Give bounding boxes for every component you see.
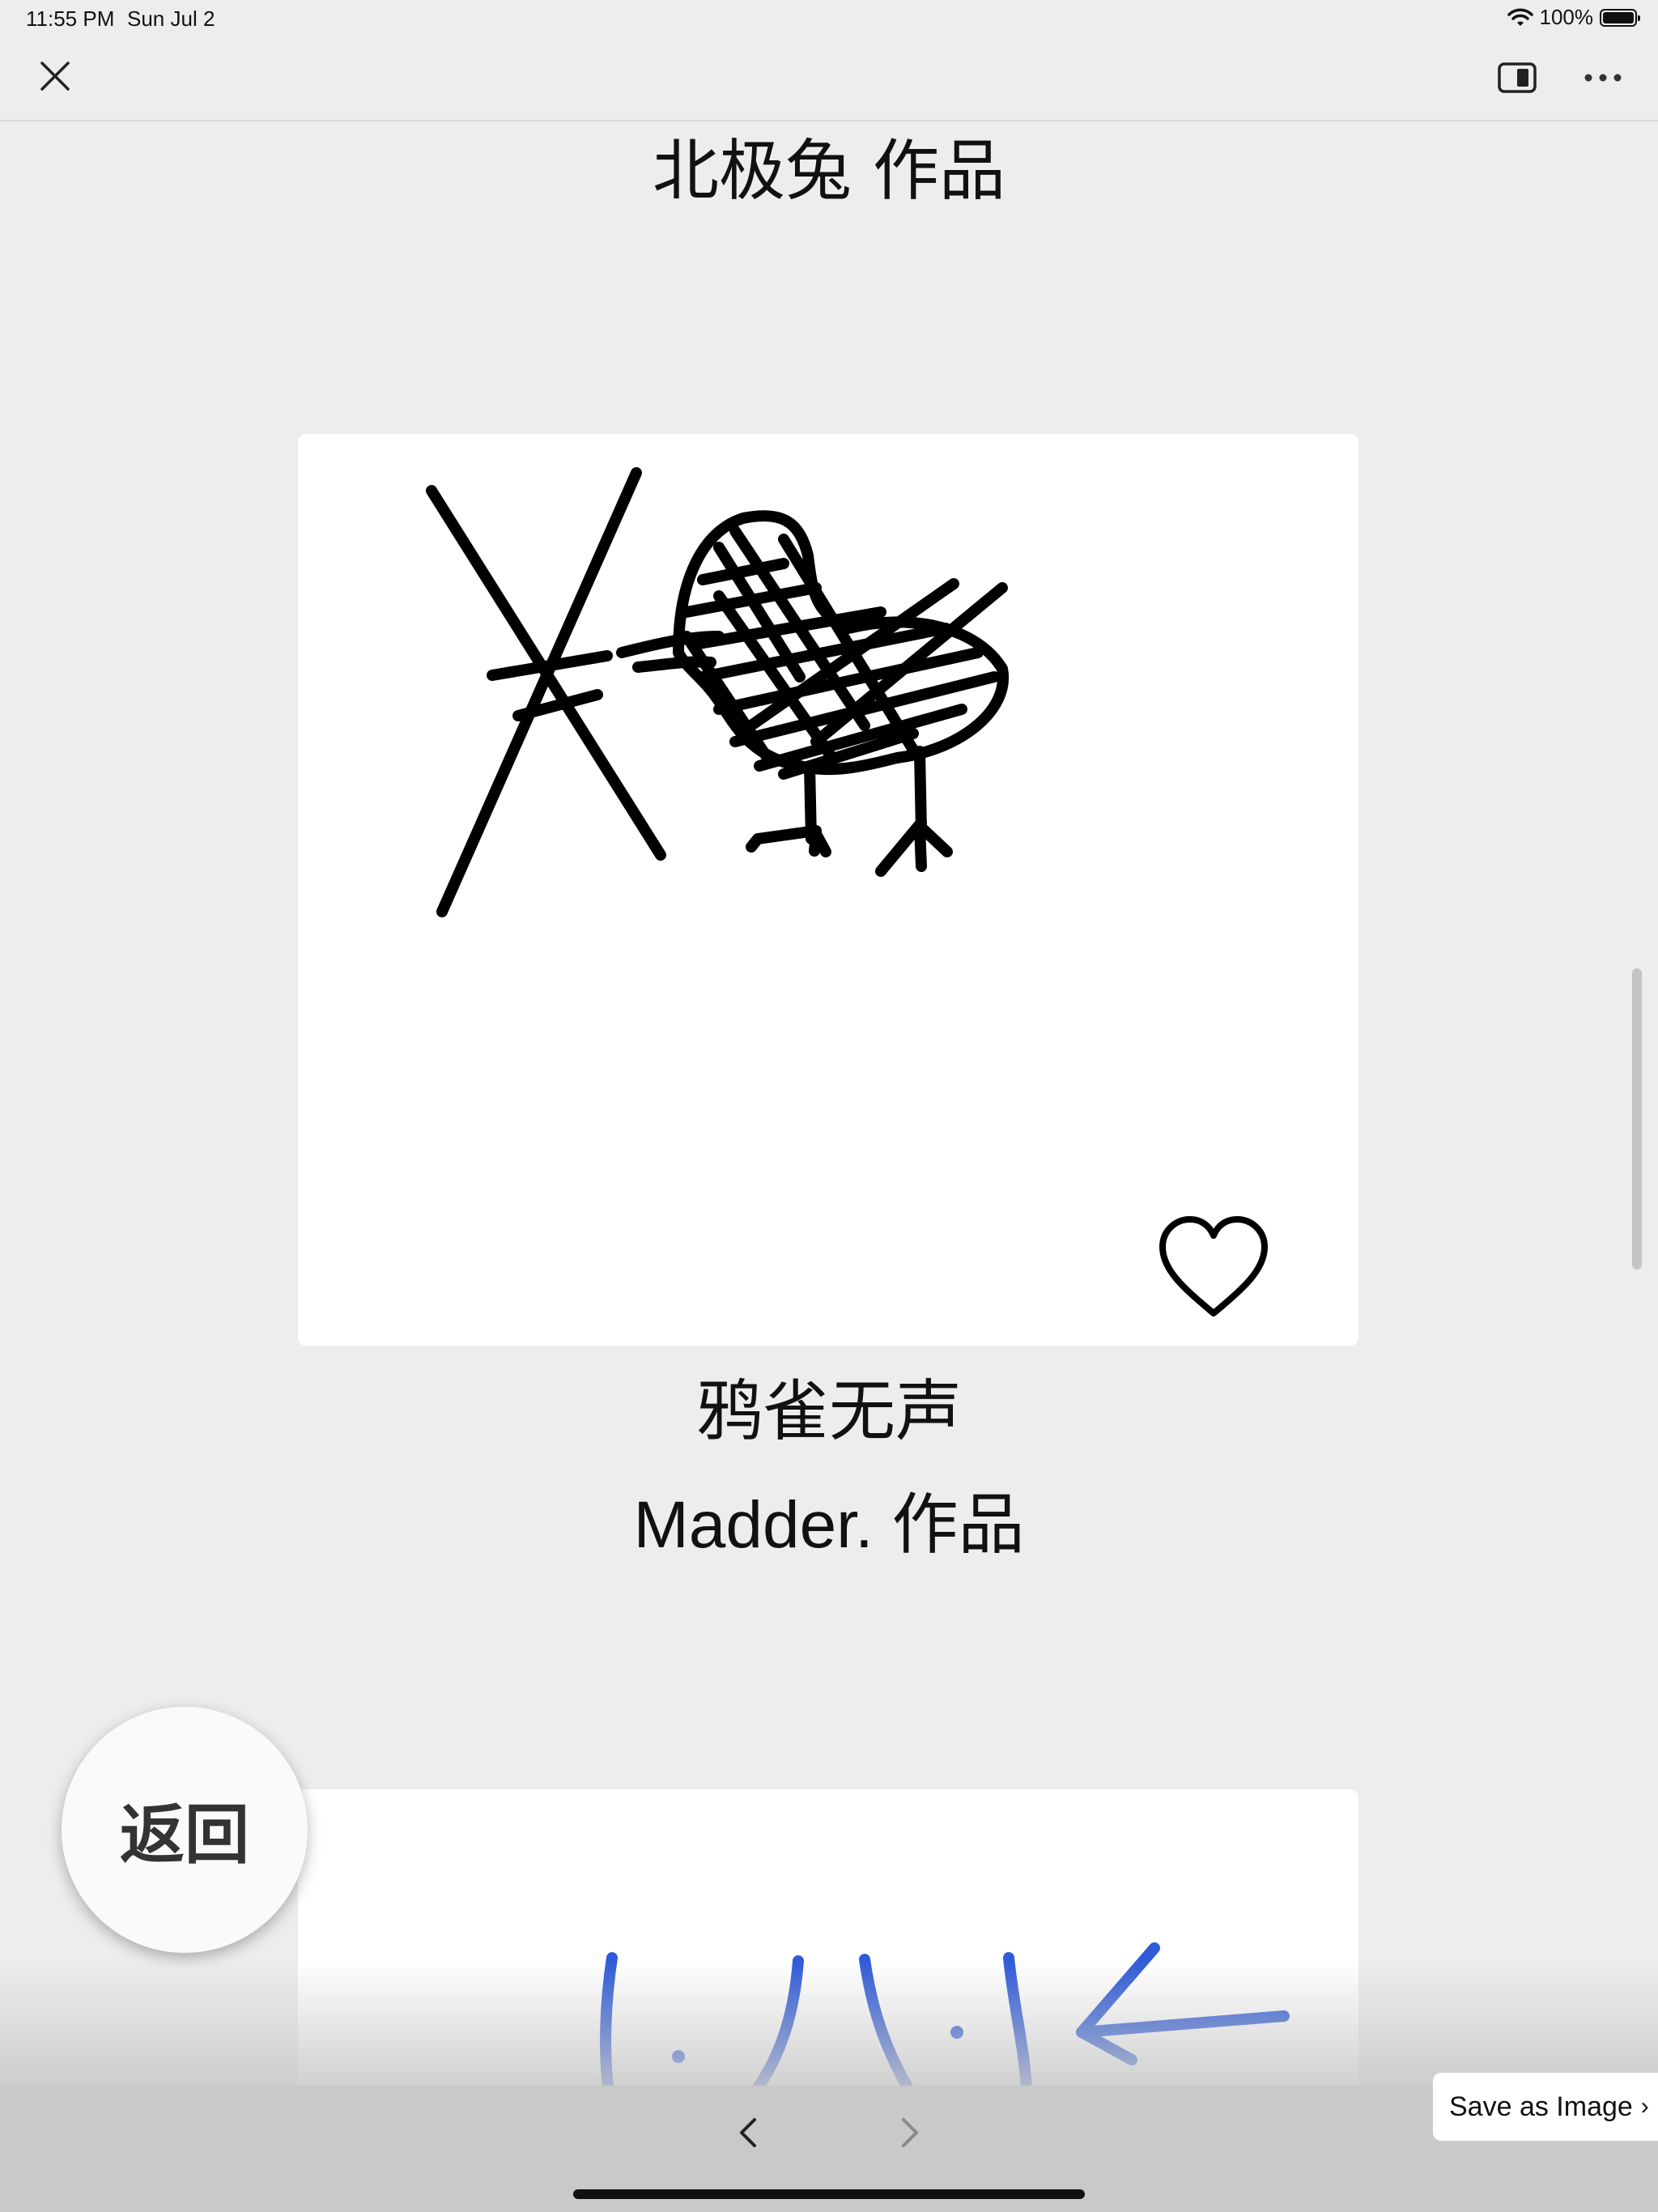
artwork-author: Madder. 作品 — [633, 1488, 1025, 1562]
nav-forward-button[interactable] — [887, 2110, 933, 2155]
status-indicators: 100% — [1507, 5, 1640, 30]
artwork-drawing — [426, 467, 1010, 917]
battery-percent: 100% — [1539, 5, 1594, 29]
wifi-icon — [1507, 8, 1533, 26]
more-button[interactable] — [1579, 60, 1627, 96]
save-as-image-label: Save as Image — [1449, 2091, 1633, 2122]
nav-back-button[interactable] — [725, 2110, 771, 2155]
status-time: 11:55 PM — [26, 6, 115, 31]
split-view-icon — [1498, 62, 1537, 93]
top-toolbar — [0, 37, 1658, 121]
artwork-title: 鸦雀无声 — [695, 1373, 962, 1450]
save-as-image-button[interactable]: Save as Image › — [1433, 2073, 1658, 2141]
chevron-right-small-icon: › — [1640, 2093, 1649, 2120]
chevron-right-icon — [902, 2118, 918, 2147]
home-indicator[interactable] — [573, 2189, 1085, 2199]
battery-icon — [1600, 8, 1640, 27]
status-bar: 11:55 PM Sun Jul 2 100% — [0, 0, 1658, 37]
more-icon — [1584, 74, 1622, 82]
close-icon — [40, 62, 70, 91]
close-button[interactable] — [32, 53, 78, 99]
prev-author-label: 北极兔 作品 — [652, 133, 1006, 210]
scrollbar-thumb[interactable] — [1632, 968, 1642, 1270]
back-button[interactable]: 返回 — [62, 1707, 308, 1953]
artwork-card[interactable] — [298, 434, 1358, 1346]
bottom-fade — [0, 1959, 1658, 2086]
heart-outline-icon — [1159, 1216, 1268, 1317]
chevron-left-icon — [740, 2118, 756, 2147]
favorite-button[interactable] — [1154, 1213, 1273, 1320]
status-date: Sun Jul 2 — [127, 6, 215, 31]
split-view-button[interactable] — [1494, 60, 1540, 96]
